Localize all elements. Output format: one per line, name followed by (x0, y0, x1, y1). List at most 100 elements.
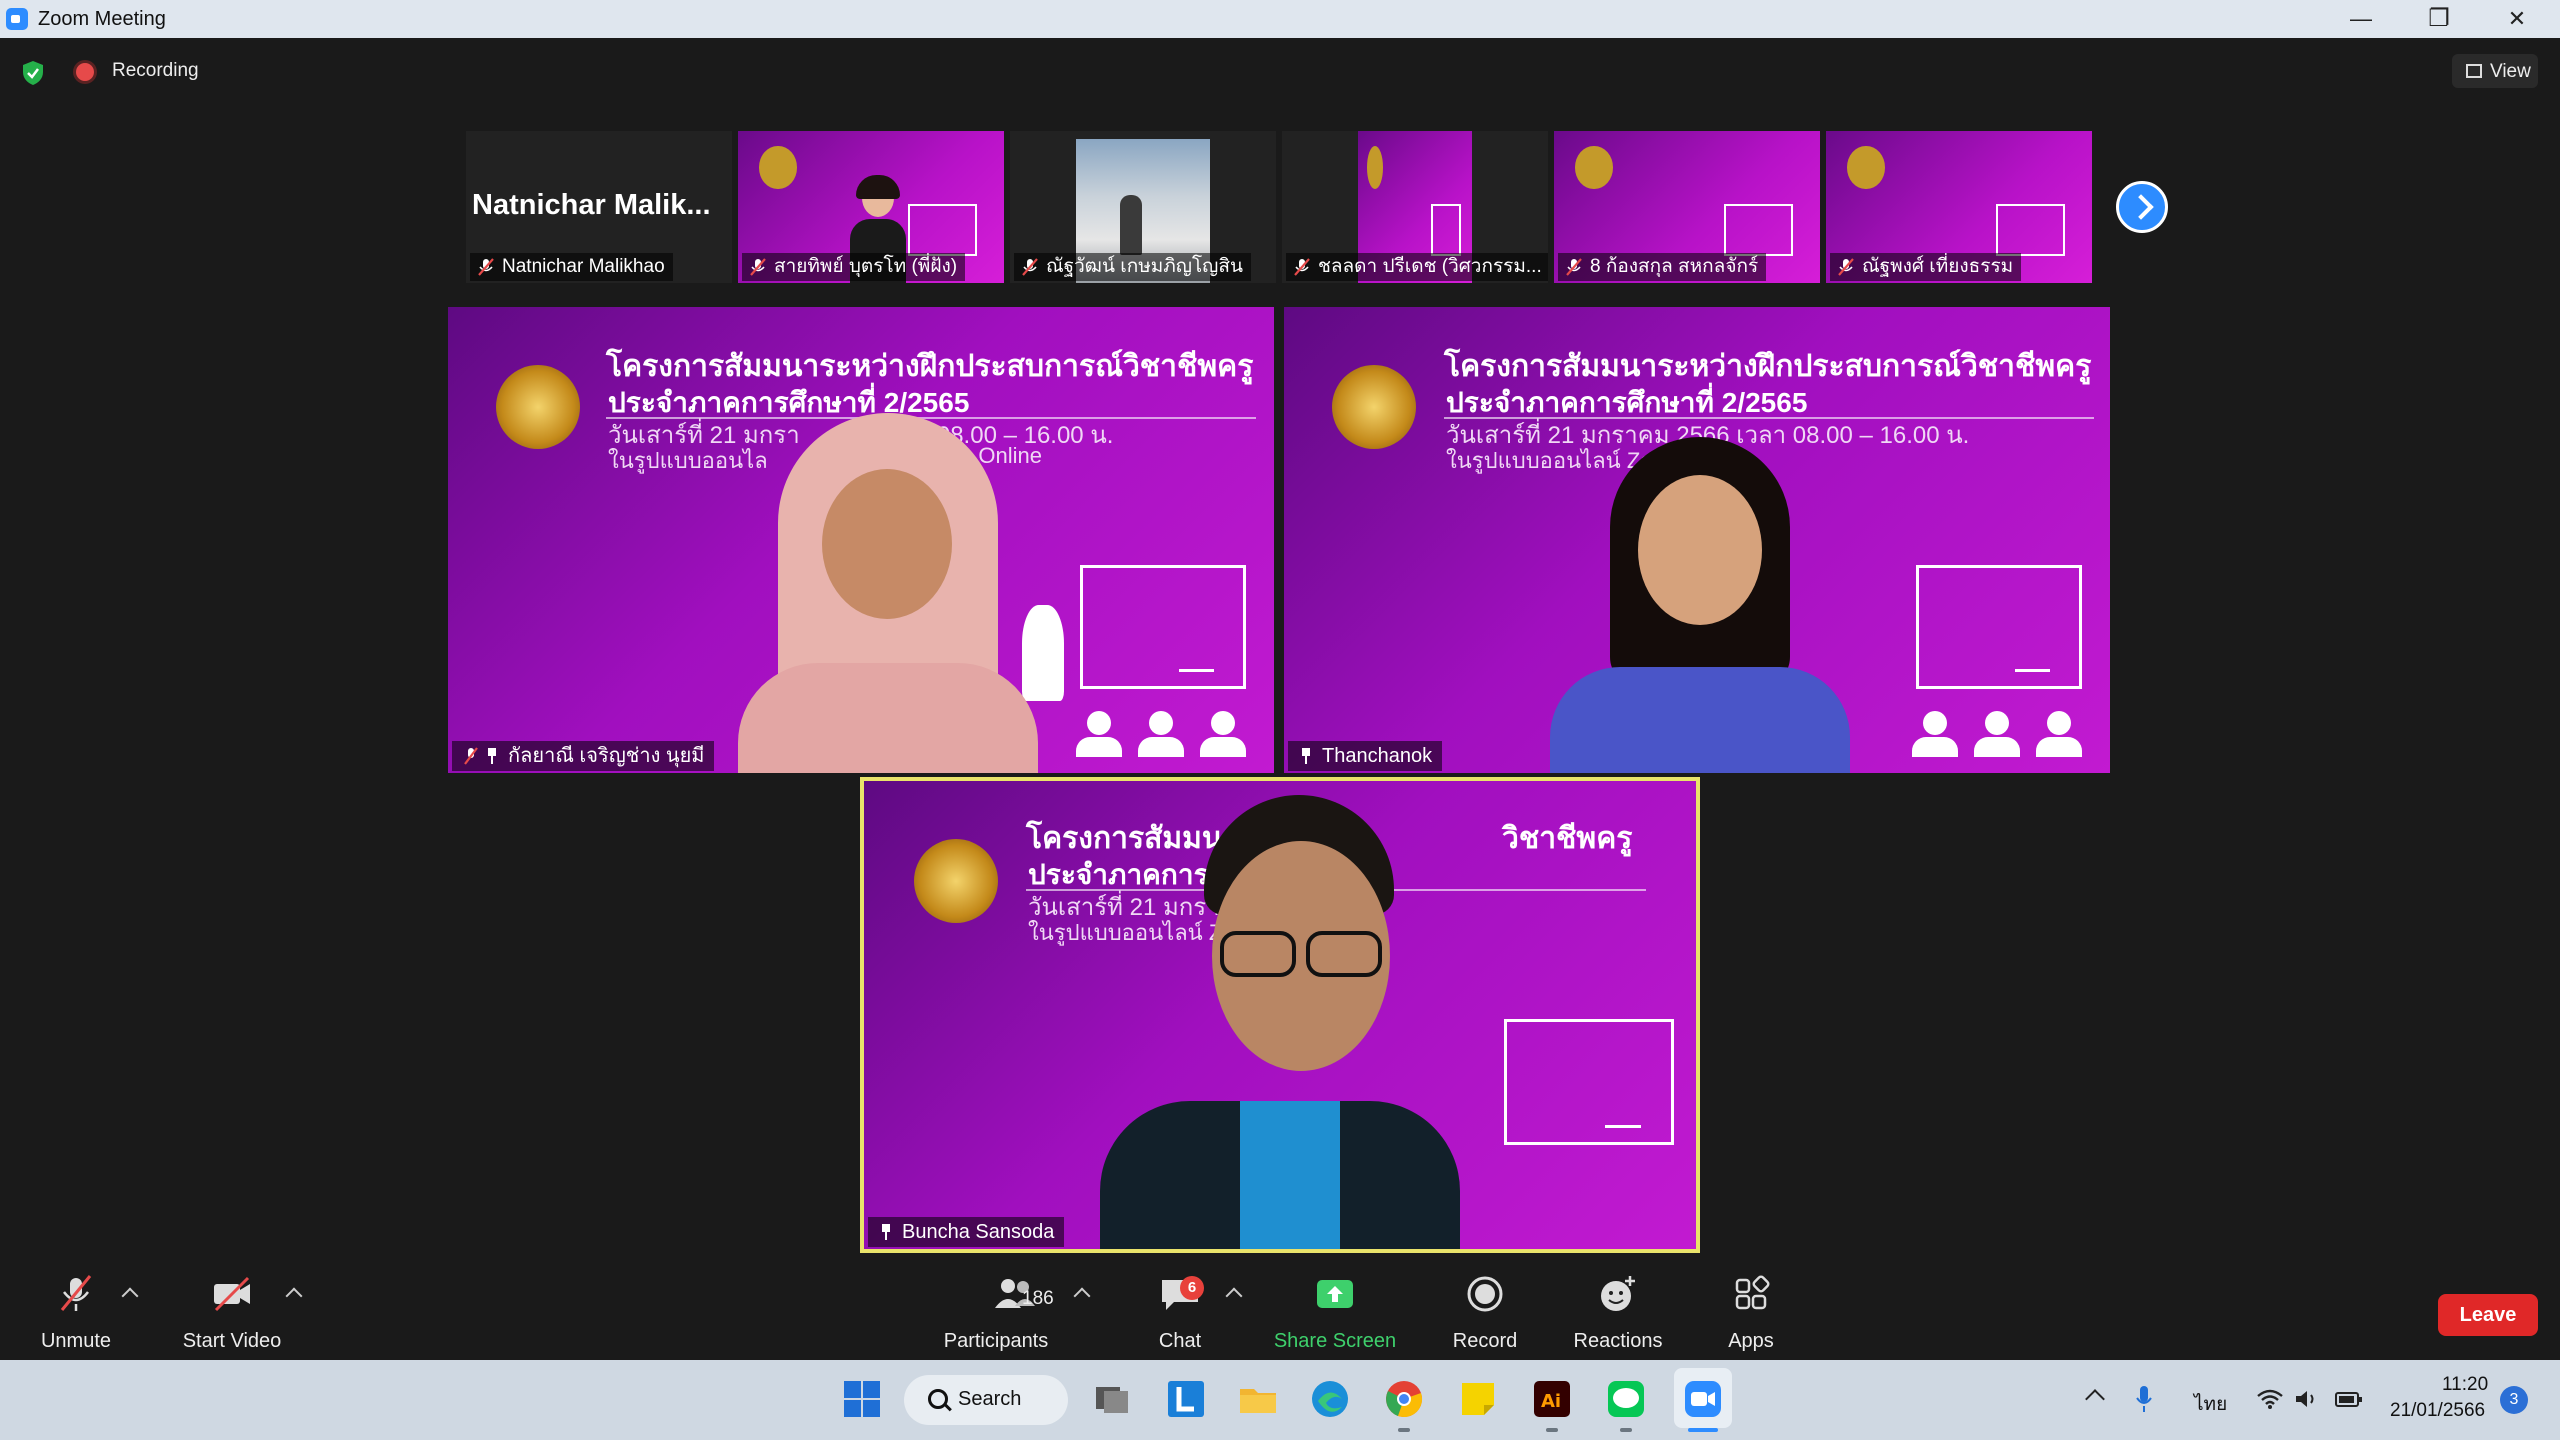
thumbnail-name-bar: ชลลดา ปรีเดช (วิศวกรรม... (1286, 253, 1548, 281)
student-graphic (1076, 711, 1122, 757)
participant-video (1550, 437, 1850, 773)
participant-thumbnail[interactable]: Natnichar Malik... Natnichar Malikhao (466, 131, 732, 283)
volume-icon[interactable] (2294, 1388, 2320, 1410)
svg-text:Ai: Ai (1541, 1391, 1561, 1412)
participants-button[interactable]: Participants (934, 1274, 1058, 1358)
os-taskbar (0, 1360, 2560, 1440)
thumbnail-name-bar: ณัฐพงศ์ เที่ยงธรรม (1830, 253, 2022, 281)
participant-thumbnail[interactable]: ณัฐพงศ์ เที่ยงธรรม (1826, 131, 2092, 283)
apps-button[interactable]: Apps (1720, 1274, 1782, 1358)
unmute-button[interactable]: Unmute (30, 1274, 122, 1358)
mic-muted-icon (1566, 258, 1582, 276)
restore-button[interactable]: ❐ (2404, 0, 2474, 38)
participant-name: Buncha Sansoda (902, 1221, 1055, 1243)
recording-label[interactable]: Recording (112, 60, 199, 82)
university-logo-icon (1332, 365, 1416, 449)
search-icon (928, 1389, 948, 1409)
participant-name-label: Thanchanok (1288, 741, 1443, 771)
thumbnail-display-name: Natnichar Malik... (472, 189, 711, 221)
thumbnail-name: 8 ก้องสกุล สหกลจักร์ (1590, 256, 1759, 277)
student-graphic (2036, 711, 2082, 757)
taskbar-running-indicator (1398, 1428, 1410, 1432)
edge-browser-icon[interactable] (1308, 1377, 1352, 1421)
illustrator-icon[interactable]: Ai (1530, 1377, 1574, 1421)
task-view-icon[interactable] (1090, 1377, 1134, 1421)
thumbnail-name-bar: 8 ก้องสกุล สหกลจักร์ (1558, 253, 1767, 281)
line-messenger-icon[interactable] (1604, 1377, 1648, 1421)
record-label: Record (1452, 1330, 1518, 1352)
mic-muted-icon (60, 1275, 92, 1311)
mic-muted-icon (464, 747, 478, 765)
zoom-app-icon (6, 8, 28, 30)
shield-check-icon[interactable] (20, 60, 46, 86)
participant-thumbnail[interactable]: ชลลดา ปรีเดช (วิศวกรรม... (1282, 131, 1548, 283)
clock-time[interactable]: 11:20 (2442, 1374, 2488, 1396)
start-video-button[interactable]: Start Video (176, 1274, 288, 1358)
mic-muted-icon (1294, 258, 1310, 276)
thumbnail-name-bar: Natnichar Malikhao (470, 253, 673, 281)
thumbnail-name-bar: สายทิพย์ บุตรโท (พี่ฝัง) (742, 253, 966, 281)
reactions-button[interactable]: Reactions (1570, 1274, 1666, 1358)
view-button[interactable]: View (2452, 54, 2538, 88)
taskbar-running-indicator (1546, 1428, 1558, 1432)
participants-count: 186 (1022, 1288, 1054, 1309)
leave-meeting-button[interactable]: Leave (2438, 1294, 2538, 1336)
participant-thumbnail[interactable]: ณัฐวัฒน์ เกษมภิญโญสิน (1010, 131, 1276, 283)
reactions-label: Reactions (1573, 1330, 1663, 1352)
pin-icon (1300, 748, 1312, 764)
view-label: View (2490, 61, 2531, 82)
chat-unread-badge: 6 (1180, 1276, 1204, 1300)
share-screen-icon (1317, 1280, 1353, 1308)
taskbar-search-box[interactable]: Search (904, 1375, 1068, 1425)
window-title: Zoom Meeting (38, 8, 166, 30)
sticky-notes-icon[interactable] (1456, 1377, 1500, 1421)
battery-icon[interactable] (2334, 1388, 2364, 1410)
clock-date[interactable]: 21/01/2566 (2390, 1400, 2485, 1422)
student-graphic (1974, 711, 2020, 757)
reactions-smiley-icon (1601, 1276, 1635, 1311)
taskbar-search-label: Search (958, 1388, 1022, 1410)
participant-video-tile-left[interactable]: โครงการสัมมนาระหว่างฝึกประสบการณ์วิชาชีพ… (448, 307, 1274, 773)
wifi-icon[interactable] (2256, 1388, 2284, 1410)
recording-indicator-icon (76, 63, 94, 81)
mic-muted-icon (478, 258, 494, 276)
participant-thumbnail[interactable]: 8 ก้องสกุล สหกลจักร์ (1554, 131, 1820, 283)
thumbnail-name: ชลลดา ปรีเดช (วิศวกรรม... (1318, 256, 1542, 277)
participant-video (738, 413, 1038, 773)
notification-count-badge[interactable]: 3 (2500, 1386, 2528, 1414)
chrome-browser-icon[interactable] (1382, 1377, 1426, 1421)
participant-video-tile-right[interactable]: โครงการสัมมนาระหว่างฝึกประสบการณ์วิชาชีพ… (1284, 307, 2110, 773)
student-graphic (1200, 711, 1246, 757)
zoom-taskbar-icon[interactable] (1681, 1377, 1725, 1421)
minimize-button[interactable]: — (2326, 0, 2396, 38)
thumbnail-name-bar: ณัฐวัฒน์ เกษมภิญโญสิน (1014, 253, 1251, 281)
chat-label: Chat (1158, 1330, 1202, 1352)
input-language-indicator[interactable]: ไทย (2194, 1389, 2227, 1419)
record-icon (1467, 1276, 1503, 1312)
microphone-tray-icon[interactable] (2134, 1384, 2154, 1414)
windows-start-icon[interactable] (840, 1377, 884, 1421)
close-button[interactable]: ✕ (2482, 0, 2552, 38)
participant-name-label: Buncha Sansoda (868, 1217, 1065, 1247)
university-logo-icon (914, 839, 998, 923)
record-button[interactable]: Record (1448, 1274, 1522, 1358)
participant-name: Thanchanok (1322, 745, 1433, 767)
file-explorer-icon[interactable] (1236, 1377, 1280, 1421)
mic-muted-icon (1022, 258, 1038, 276)
participant-video (1100, 781, 1460, 1249)
next-page-arrow-icon[interactable] (2116, 181, 2168, 233)
taskbar-active-indicator (1688, 1428, 1718, 1432)
grid-view-icon (2466, 64, 2482, 78)
apps-label: Apps (1728, 1330, 1774, 1352)
pin-icon (486, 748, 498, 764)
thumbnail-name: Natnichar Malikhao (502, 256, 665, 277)
thumbnail-name: สายทิพย์ บุตรโท (พี่ฝัง) (774, 256, 958, 277)
participant-thumbnail[interactable]: สายทิพย์ บุตรโท (พี่ฝัง) (738, 131, 1004, 283)
student-graphic (1138, 711, 1184, 757)
video-off-icon (214, 1276, 250, 1312)
l-app-icon[interactable] (1164, 1377, 1208, 1421)
share-screen-label: Share Screen (1273, 1330, 1397, 1352)
start-video-label: Start Video (182, 1330, 282, 1352)
share-screen-button[interactable]: Share Screen (1272, 1274, 1398, 1358)
participant-video-tile-active[interactable]: โครงการสัมมนาร วิชาชีพครู ประจำภาคการศึ … (864, 781, 1696, 1249)
